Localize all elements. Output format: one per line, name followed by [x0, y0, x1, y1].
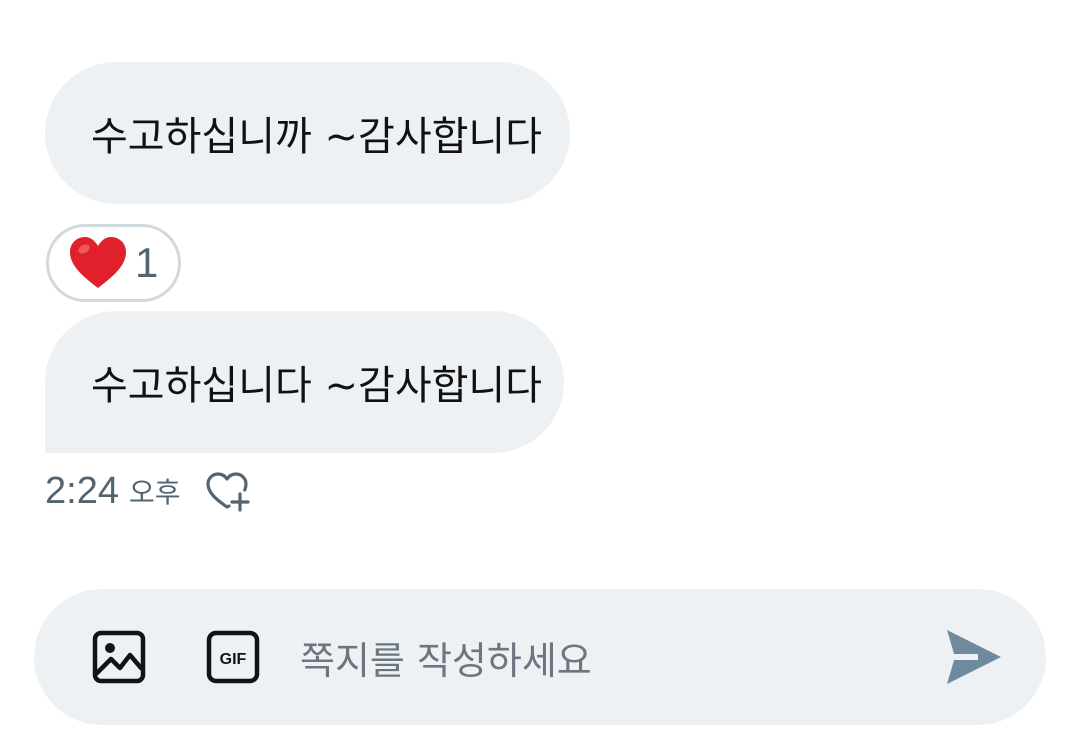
- send-icon[interactable]: [944, 627, 1004, 687]
- message-input[interactable]: 쪽지를 작성하세요: [300, 627, 592, 687]
- reaction-pill[interactable]: 1: [46, 224, 181, 302]
- image-icon[interactable]: [92, 630, 146, 684]
- message-time: 2:24: [45, 469, 119, 512]
- message-input-placeholder: 쪽지를 작성하세요: [300, 638, 592, 683]
- message-bubble[interactable]: 수고하십니까 ~감사합니다: [45, 62, 570, 204]
- message-text: 수고하십니까 ~감사합니다: [91, 114, 543, 160]
- message-bubble[interactable]: 수고하십니다 ~감사합니다: [45, 311, 564, 453]
- gif-icon[interactable]: GIF: [206, 630, 260, 684]
- message-meta: 2:24 오후: [45, 466, 251, 516]
- gif-label: GIF: [220, 651, 247, 668]
- message-text: 수고하십니다 ~감사합니다: [91, 363, 543, 409]
- heart-plus-icon[interactable]: [205, 470, 251, 512]
- reaction-count: 1: [135, 239, 159, 286]
- message-ampm: 오후: [128, 476, 181, 509]
- message-composer: GIF 쪽지를 작성하세요: [34, 589, 1046, 725]
- heart-icon: [70, 237, 126, 288]
